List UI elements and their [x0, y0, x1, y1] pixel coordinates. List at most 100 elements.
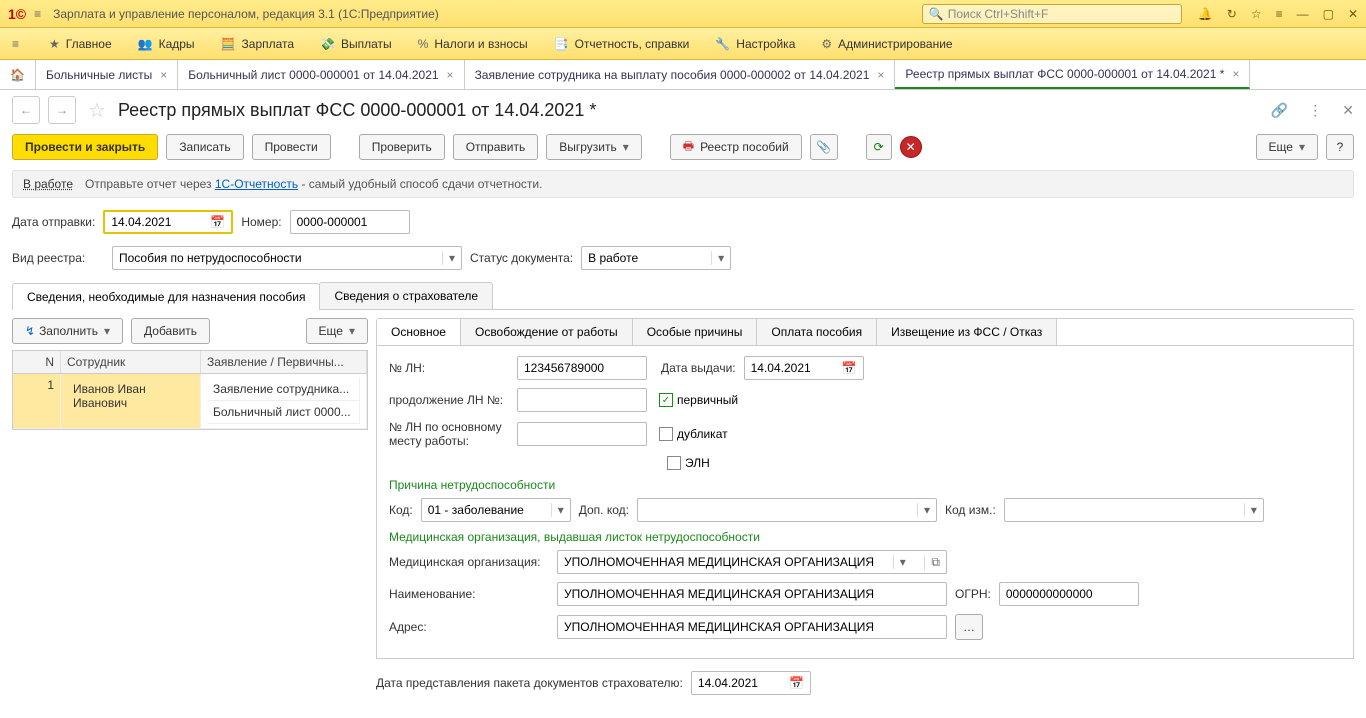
- refresh-button[interactable]: ⟳: [866, 134, 892, 160]
- issue-date-input[interactable]: 14.04.2021📅: [744, 356, 864, 380]
- code-label: Код:: [389, 503, 413, 517]
- tab-application[interactable]: Заявление сотрудника на выплату пособия …: [465, 60, 896, 89]
- global-search[interactable]: 🔍 Поиск Ctrl+Shift+F: [922, 4, 1182, 24]
- registry-button[interactable]: 🖶Реестр пособий: [670, 134, 802, 160]
- tab-registry[interactable]: Реестр прямых выплат ФСС 0000-000001 от …: [895, 60, 1250, 89]
- bell-icon[interactable]: 🔔: [1198, 7, 1213, 21]
- filter-icon[interactable]: ≡: [1276, 7, 1283, 21]
- calendar-icon[interactable]: 📅: [210, 215, 225, 229]
- cont-input[interactable]: [517, 388, 647, 412]
- minimize-icon[interactable]: —: [1297, 7, 1309, 21]
- cause-header: Причина нетрудоспособности: [389, 478, 1341, 492]
- paperclip-icon: 📎: [816, 140, 831, 154]
- menu-salary[interactable]: 🧮Зарплата: [221, 37, 295, 51]
- tab-sicklist-doc[interactable]: Больничный лист 0000-000001 от 14.04.202…: [178, 60, 464, 89]
- link-icon[interactable]: 🔗: [1271, 102, 1288, 119]
- menu-reports[interactable]: 📑Отчетность, справки: [554, 37, 690, 51]
- forward-button[interactable]: →: [48, 96, 76, 124]
- add-button[interactable]: Добавить: [131, 318, 210, 344]
- close-icon[interactable]: ×: [160, 68, 167, 82]
- eln-checkbox[interactable]: ЭЛН: [667, 456, 710, 470]
- report-link[interactable]: 1С-Отчетность: [215, 177, 298, 191]
- close-icon[interactable]: ×: [877, 68, 884, 82]
- menu-burger-icon[interactable]: ≡: [12, 37, 19, 51]
- gear-icon: ⚙: [821, 37, 832, 51]
- ln-main-input[interactable]: [517, 422, 647, 446]
- employees-table[interactable]: N Сотрудник Заявление / Первичны... 1 Ив…: [12, 350, 368, 430]
- titlebar: 1© ≡ Зарплата и управление персоналом, р…: [0, 0, 1366, 28]
- addcode-select[interactable]: ▾: [637, 498, 937, 522]
- regtype-select[interactable]: Пособия по нетрудоспособности▾: [112, 246, 462, 270]
- chevron-down-icon: ▾: [1244, 503, 1257, 517]
- more-button[interactable]: Еще▾: [1256, 134, 1318, 160]
- primary-checkbox[interactable]: ✓первичный: [659, 393, 738, 407]
- cancel-button[interactable]: ✕: [900, 136, 922, 158]
- chevron-down-icon[interactable]: ▾: [442, 251, 455, 265]
- back-button[interactable]: ←: [12, 96, 40, 124]
- send-date-input[interactable]: 14.04.2021📅: [103, 210, 233, 234]
- subtab-fss[interactable]: Извещение из ФСС / Отказ: [877, 319, 1057, 345]
- ln-input[interactable]: 123456789000: [517, 356, 647, 380]
- post-button[interactable]: Провести: [252, 134, 331, 160]
- close-icon[interactable]: ✕: [1348, 7, 1358, 21]
- star-icon[interactable]: ☆: [1251, 7, 1262, 21]
- name-input[interactable]: УПОЛНОМОЧЕННАЯ МЕДИЦИНСКАЯ ОРГАНИЗАЦИЯ: [557, 582, 947, 606]
- ogrn-input[interactable]: 0000000000000: [999, 582, 1139, 606]
- star-icon: ★: [49, 37, 60, 51]
- menu-settings[interactable]: 🔧Настройка: [715, 37, 795, 51]
- subtab-leave[interactable]: Освобождение от работы: [461, 319, 633, 345]
- refresh-icon: ⟳: [874, 140, 884, 154]
- status-value[interactable]: В работе: [23, 177, 73, 191]
- send-button[interactable]: Отправить: [453, 134, 539, 160]
- attach-button[interactable]: 📎: [810, 134, 838, 160]
- details-panel: Основное Освобождение от работы Особые п…: [376, 318, 1354, 695]
- favorite-toggle[interactable]: ☆: [88, 98, 106, 123]
- left-more-button[interactable]: Еще▾: [306, 318, 368, 344]
- medorg-select[interactable]: УПОЛНОМОЧЕННАЯ МЕДИЦИНСКАЯ ОРГАНИЗАЦИЯ▾⧉: [557, 550, 947, 574]
- tab-sicklist-list[interactable]: Больничные листы×: [36, 60, 178, 89]
- home-tab[interactable]: 🏠: [0, 60, 36, 89]
- check-button[interactable]: Проверить: [359, 134, 445, 160]
- col-n: N: [13, 351, 61, 373]
- people-icon: 👥: [138, 37, 153, 51]
- number-input[interactable]: 0000-000001: [290, 210, 410, 234]
- close-doc-icon[interactable]: ✕: [1342, 102, 1354, 119]
- more-vert-icon[interactable]: ⋮: [1308, 102, 1322, 119]
- menu-payments[interactable]: 💸Выплаты: [320, 37, 392, 51]
- menu-taxes[interactable]: %Налоги и взносы: [418, 37, 528, 51]
- fill-icon: ↯: [25, 324, 35, 338]
- post-close-button[interactable]: Провести и закрыть: [12, 134, 158, 160]
- subtab-payment[interactable]: Оплата пособия: [757, 319, 877, 345]
- calendar-icon[interactable]: 📅: [789, 676, 804, 690]
- pack-date-input[interactable]: 14.04.2021📅: [691, 671, 811, 695]
- table-row[interactable]: 1 Иванов Иван Иванович Заявление сотрудн…: [13, 374, 367, 429]
- chevron-down-icon[interactable]: ▾: [711, 251, 724, 265]
- help-button[interactable]: ?: [1326, 134, 1354, 160]
- codechange-select[interactable]: ▾: [1004, 498, 1264, 522]
- subtab-main[interactable]: Основное: [377, 319, 461, 345]
- fill-button[interactable]: ↯Заполнить▾: [12, 318, 123, 344]
- tab-insurer-info[interactable]: Сведения о страхователе: [319, 282, 493, 309]
- menu-main[interactable]: ★Главное: [49, 37, 112, 51]
- close-icon[interactable]: ×: [1232, 67, 1239, 81]
- burger-icon[interactable]: ≡: [34, 7, 41, 21]
- maximize-icon[interactable]: ▢: [1323, 7, 1334, 21]
- window-buttons: 🔔 ↻ ☆ ≡ — ▢ ✕: [1198, 7, 1358, 21]
- calendar-icon[interactable]: 📅: [842, 361, 857, 375]
- export-button[interactable]: Выгрузить▾: [546, 134, 642, 160]
- addr-more-button[interactable]: …: [955, 614, 983, 640]
- duplicate-checkbox[interactable]: дубликат: [659, 427, 728, 441]
- subtab-special[interactable]: Особые причины: [633, 319, 758, 345]
- addr-input[interactable]: УПОЛНОМОЧЕННАЯ МЕДИЦИНСКАЯ ОРГАНИЗАЦИЯ: [557, 615, 947, 639]
- close-icon[interactable]: ×: [447, 68, 454, 82]
- main-menu: ≡ ★Главное 👥Кадры 🧮Зарплата 💸Выплаты %На…: [0, 28, 1366, 60]
- code-select[interactable]: 01 - заболевание▾: [421, 498, 571, 522]
- write-button[interactable]: Записать: [166, 134, 243, 160]
- docstatus-select[interactable]: В работе▾: [581, 246, 731, 270]
- col-document: Заявление / Первичны...: [201, 351, 367, 373]
- menu-hr[interactable]: 👥Кадры: [138, 37, 195, 51]
- history-icon[interactable]: ↻: [1227, 7, 1237, 21]
- detail-subtabs: Основное Освобождение от работы Особые п…: [376, 318, 1354, 346]
- tab-assignment-info[interactable]: Сведения, необходимые для назначения пос…: [12, 283, 320, 310]
- menu-admin[interactable]: ⚙Администрирование: [821, 37, 952, 51]
